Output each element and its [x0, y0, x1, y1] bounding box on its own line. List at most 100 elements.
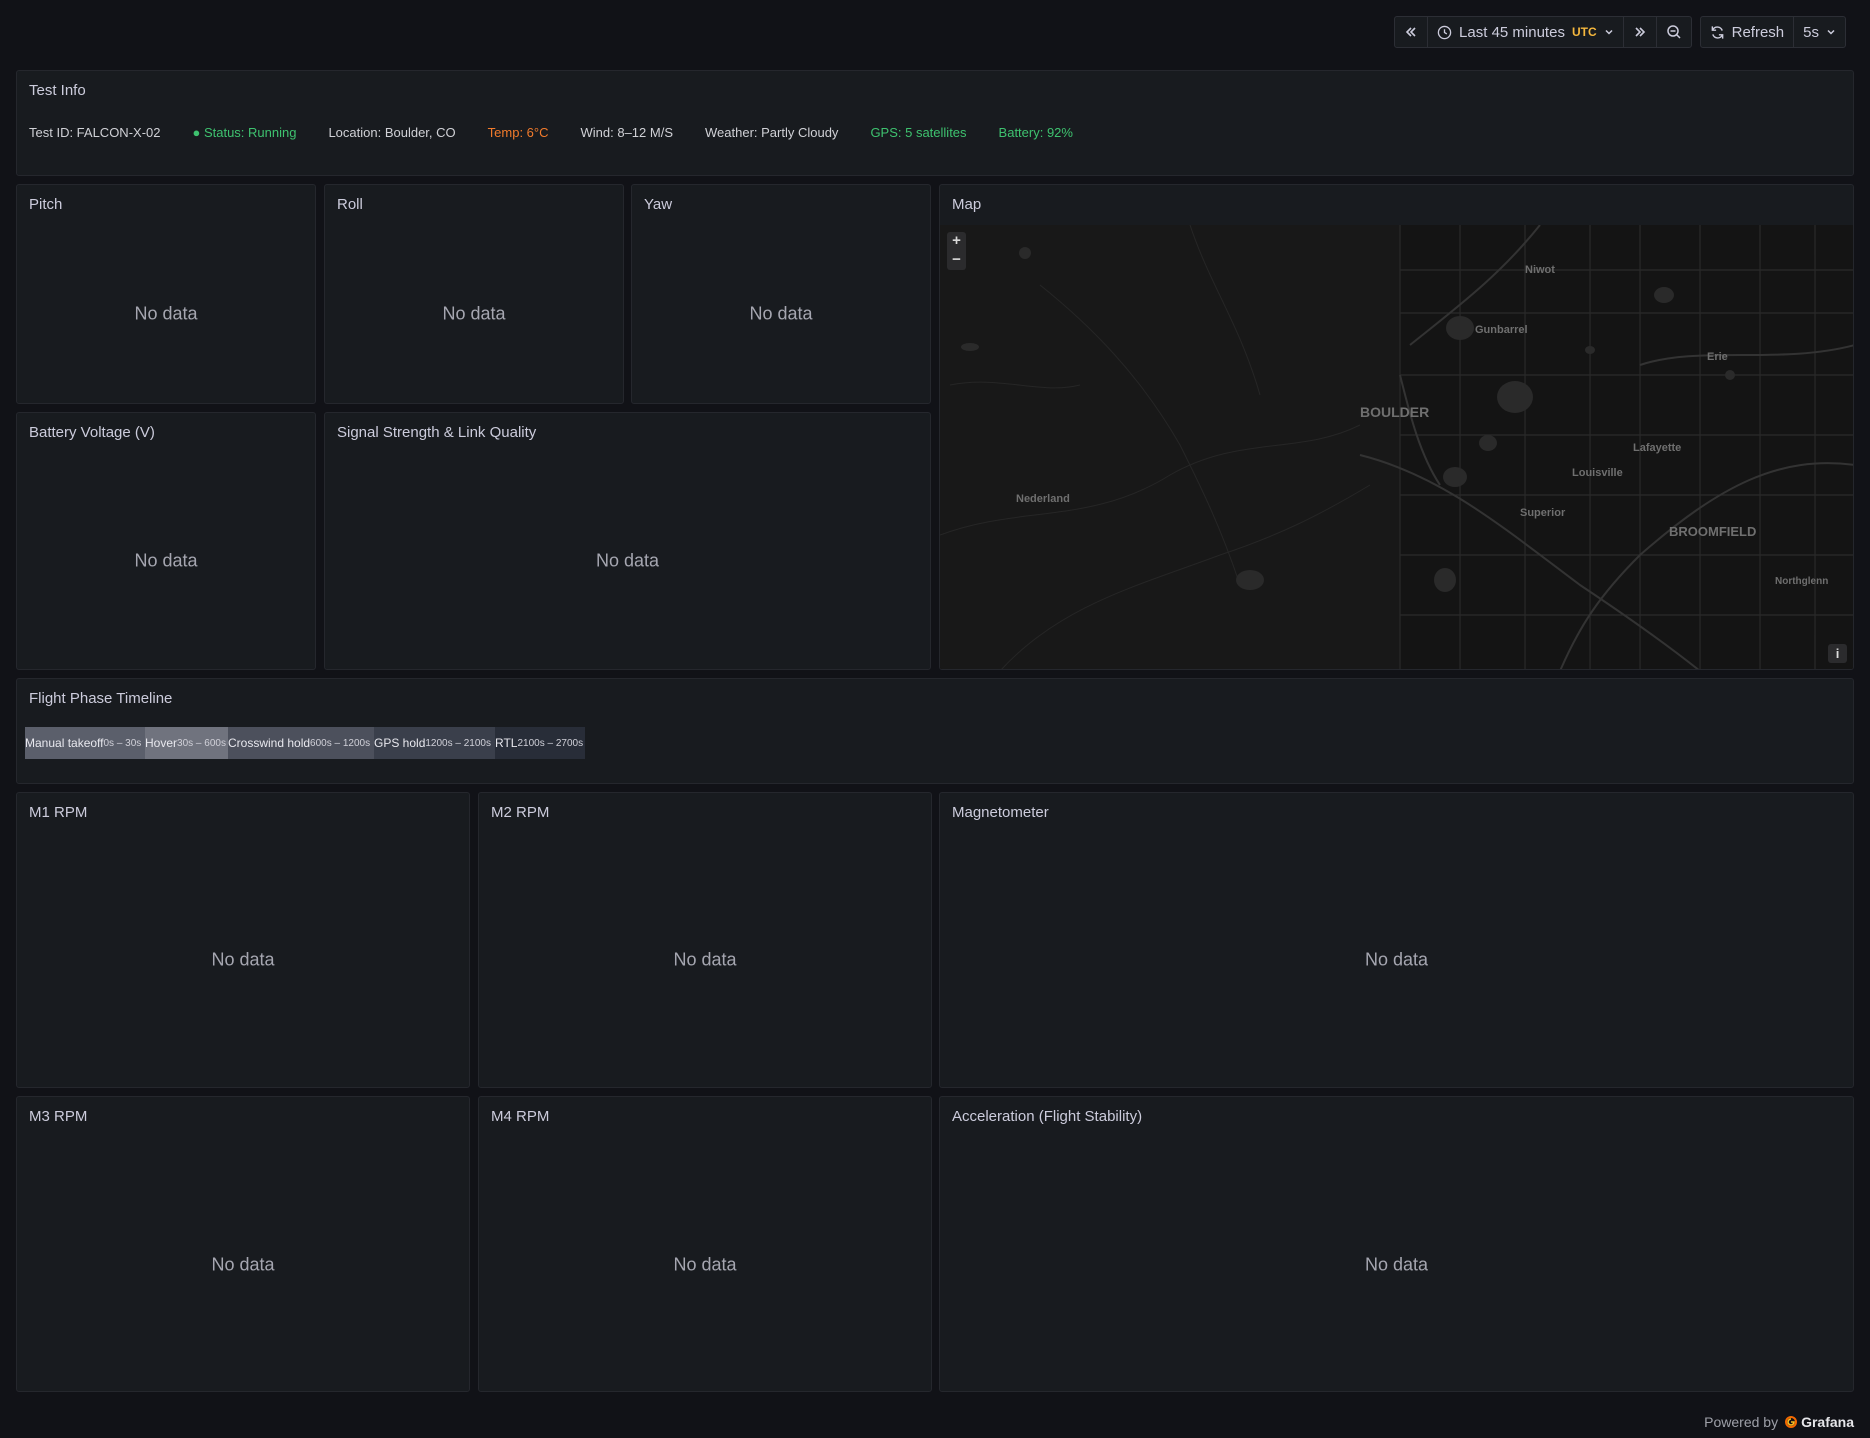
battery-text: Battery: 92% — [998, 125, 1073, 140]
phase-segment[interactable]: Crosswind hold 600s – 1200s — [228, 727, 374, 759]
time-toolbar: Last 45 minutes UTC Refresh 5s — [1394, 16, 1846, 48]
panel-magnetometer: Magnetometer No data — [939, 792, 1854, 1088]
phase-name: Hover — [145, 736, 178, 750]
timezone-badge: UTC — [1571, 25, 1597, 39]
refresh-label: Refresh — [1731, 23, 1785, 41]
phase-name: Manual takeoff — [25, 736, 104, 750]
weather-text: Weather: Partly Cloudy — [705, 125, 839, 140]
phase-name: Crosswind hold — [228, 736, 311, 750]
no-data-message: No data — [673, 1254, 737, 1275]
map-label: Nederland — [1016, 493, 1070, 505]
panel-title: Test Info — [29, 82, 86, 99]
map-label: BOULDER — [1360, 404, 1429, 420]
no-data-message: No data — [673, 949, 737, 970]
phase-name: RTL — [495, 736, 518, 750]
double-chevron-right-icon — [1635, 27, 1645, 37]
phase-range: 1200s – 2100s — [425, 737, 491, 749]
no-data-message: No data — [442, 303, 506, 324]
map-label: BROOMFIELD — [1669, 524, 1756, 539]
panel-yaw: Yaw No data — [631, 184, 931, 404]
wind-text: Wind: 8–12 M/S — [580, 125, 674, 140]
panel-title: M3 RPM — [29, 1108, 88, 1125]
no-data-message: No data — [134, 303, 198, 324]
zoom-out-icon — [1666, 25, 1681, 39]
panel-title: M4 RPM — [491, 1108, 550, 1125]
zoom-out-time-button[interactable] — [1657, 17, 1691, 47]
test-id-text: Test ID: FALCON-X-02 — [29, 125, 161, 140]
grafana-logo-icon — [1785, 1416, 1798, 1428]
time-shift-back-button[interactable] — [1395, 17, 1429, 47]
location-text: Location: Boulder, CO — [328, 125, 456, 140]
panel-map: Map Niwot Gunbarrel Erie BOULDER Lafayet… — [939, 184, 1854, 670]
grafana-brand-label: Grafana — [1801, 1414, 1854, 1430]
temperature-text: Temp: 6°C — [487, 125, 549, 140]
panel-title: Signal Strength & Link Quality — [337, 424, 537, 441]
powered-by-label: Powered by — [1704, 1414, 1779, 1430]
panel-title: Roll — [337, 196, 363, 213]
time-shift-forward-button[interactable] — [1624, 17, 1657, 47]
phase-range: 0s – 30s — [103, 737, 142, 749]
no-data-message: No data — [595, 550, 660, 571]
phase-segment[interactable]: Hover 30s – 600s — [145, 727, 228, 759]
zoom-in-button[interactable]: + — [947, 232, 966, 251]
no-data-message: No data — [211, 949, 275, 970]
chevron-down-icon — [1827, 29, 1835, 35]
time-range-label: Last 45 minutes — [1459, 23, 1565, 41]
refresh-interval-picker[interactable]: 5s — [1794, 17, 1845, 47]
status-text: ● Status: Running — [192, 125, 297, 140]
panel-title: Yaw — [644, 196, 673, 213]
panel-flight-phase-timeline: Flight Phase Timeline Manual takeoff 0s –… — [16, 678, 1854, 784]
panel-pitch: Pitch No data — [16, 184, 316, 404]
panel-m2-rpm: M2 RPM No data — [478, 792, 932, 1088]
map-attribution-button[interactable]: i — [1828, 644, 1847, 663]
panel-title: Pitch — [29, 196, 63, 213]
panel-roll: Roll No data — [324, 184, 624, 404]
map-label: Erie — [1707, 351, 1728, 363]
phase-segment[interactable]: Manual takeoff 0s – 30s — [25, 727, 145, 759]
map-label: Gunbarrel — [1475, 324, 1528, 336]
double-chevron-left-icon — [1405, 27, 1416, 37]
panel-test-info: Test Info Test ID: FALCON-X-02 ● Status:… — [16, 70, 1854, 176]
phase-range: 600s – 1200s — [310, 737, 371, 749]
refresh-group: Refresh 5s — [1699, 16, 1846, 48]
panel-title: Magnetometer — [952, 804, 1049, 821]
panel-title: M1 RPM — [29, 804, 88, 821]
map-label: Lafayette — [1633, 442, 1681, 454]
no-data-message: No data — [1364, 1254, 1429, 1275]
panel-m4-rpm: M4 RPM No data — [478, 1096, 932, 1392]
panel-title: Flight Phase Timeline — [29, 690, 173, 707]
panel-title: M2 RPM — [491, 804, 550, 821]
no-data-message: No data — [134, 550, 198, 571]
phase-bar: Manual takeoff 0s – 30s Hover 30s – 600s Cro… — [25, 727, 585, 759]
time-range-picker[interactable]: Last 45 minutes UTC — [1428, 17, 1624, 47]
phase-name: GPS hold — [374, 736, 426, 750]
panel-title: Battery Voltage (V) — [29, 424, 155, 441]
clock-icon — [1437, 25, 1452, 39]
map-label: Superior — [1520, 507, 1566, 519]
panel-m1-rpm: M1 RPM No data — [16, 792, 470, 1088]
zoom-out-button[interactable]: − — [947, 251, 966, 270]
phase-range: 30s – 600s — [177, 737, 226, 749]
time-picker-group: Last 45 minutes UTC — [1394, 16, 1692, 48]
phase-segment[interactable]: GPS hold 1200s – 2100s — [374, 727, 495, 759]
chevron-down-icon — [1605, 29, 1613, 35]
grafana-link[interactable]: Grafana — [1784, 1414, 1854, 1430]
map-canvas[interactable]: Niwot Gunbarrel Erie BOULDER Lafayette L… — [940, 225, 1853, 669]
map-basemap: Niwot Gunbarrel Erie BOULDER Lafayette L… — [940, 225, 1853, 669]
no-data-message: No data — [749, 303, 813, 324]
dashboard: Last 45 minutes UTC Refresh 5s Test Info… — [0, 0, 1870, 1438]
panel-signal-strength: Signal Strength & Link Quality No data — [324, 412, 931, 670]
gps-text: GPS: 5 satellites — [870, 125, 967, 140]
phase-segment[interactable]: RTL 2100s – 2700s — [495, 727, 585, 759]
panel-battery-voltage: Battery Voltage (V) No data — [16, 412, 316, 670]
refresh-interval-value: 5s — [1803, 23, 1819, 41]
panel-m3-rpm: M3 RPM No data — [16, 1096, 470, 1392]
no-data-message: No data — [211, 1254, 275, 1275]
map-label: Niwot — [1525, 264, 1555, 276]
panel-title: Map — [952, 196, 982, 213]
panel-title: Acceleration (Flight Stability) — [952, 1108, 1143, 1125]
refresh-button[interactable]: Refresh — [1701, 17, 1795, 47]
refresh-icon — [1711, 25, 1723, 39]
panel-acceleration: Acceleration (Flight Stability) No data — [939, 1096, 1854, 1392]
footer: Powered by Grafana — [1704, 1414, 1854, 1430]
